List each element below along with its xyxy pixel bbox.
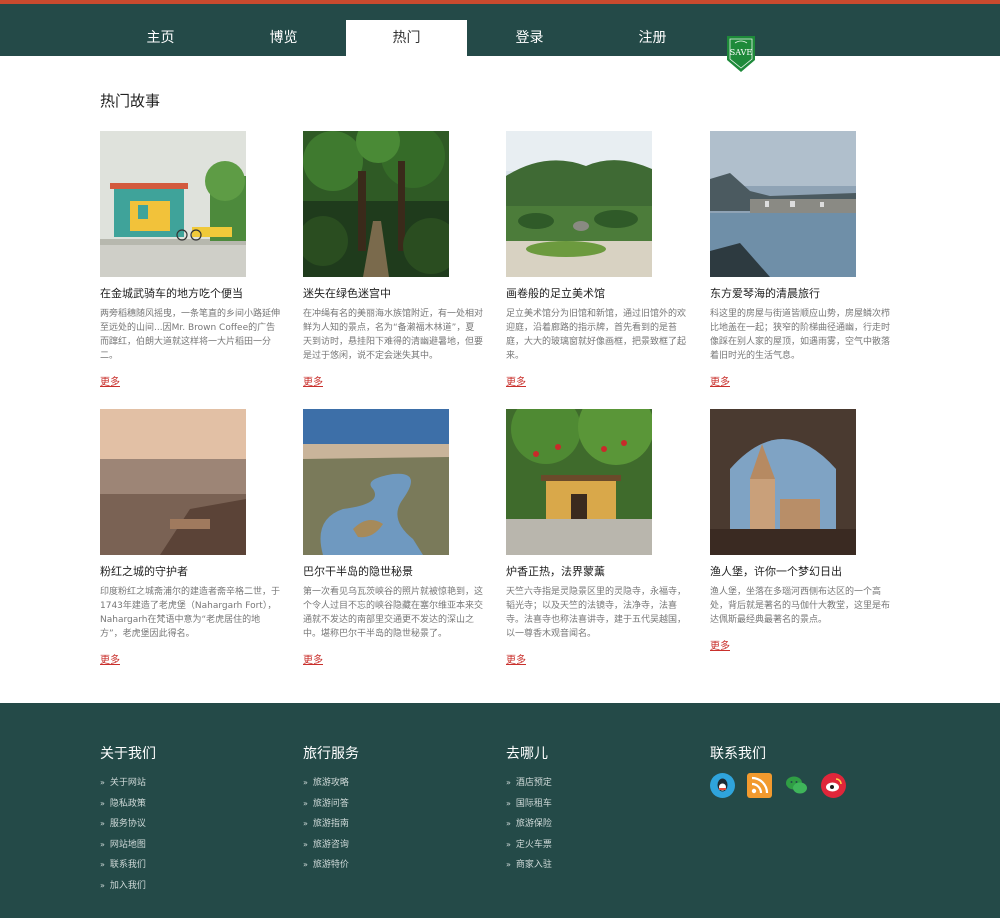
wechat-icon[interactable] <box>784 773 809 798</box>
story-title[interactable]: 东方爱琴海的清晨旅行 <box>710 287 895 301</box>
story-desc: 科这里的房屋与街道皆顺应山势，房屋鳞次栉比地盖在一起；狭窄的阶梯曲径通幽，行走时… <box>710 309 891 361</box>
footer-link[interactable]: » 酒店预定 <box>506 773 552 794</box>
footer-link[interactable]: » 国际租车 <box>506 794 552 815</box>
story-title[interactable]: 渔人堡，许你一个梦幻日出 <box>710 565 895 579</box>
story-card: 巴尔干半岛的隐世秘景 第一次看见乌瓦茨峡谷的照片就被惊艳到，这个令人过目不忘的峡… <box>303 409 488 667</box>
coffee-shop-photo <box>100 131 246 277</box>
story-desc: 两旁稻穗随风摇曳，一条笔直的乡间小路延伸至远处的山间...因Mr. Brown … <box>100 309 281 361</box>
more-link[interactable]: 更多 <box>303 373 323 388</box>
save-ribbon-icon: SAVE <box>727 36 755 72</box>
river-canyon-photo <box>303 409 449 555</box>
chevron-right-icon: » <box>100 819 105 828</box>
story-desc: 渔人堡，坐落在多瑙河西侧布达区的一个高处，背后就是著名的马伽什大教堂，这里是布达… <box>710 587 891 625</box>
pink-city-photo <box>100 409 246 555</box>
chevron-right-icon: » <box>100 839 105 849</box>
nav-login[interactable]: 登录 <box>469 20 590 56</box>
story-desc: 第一次看见乌瓦茨峡谷的照片就被惊艳到，这个令人过目不忘的峡谷隐藏在塞尔维亚本来交… <box>303 587 484 639</box>
story-card: 在金城武骑车的地方吃个便当 两旁稻穗随风摇曳，一条笔直的乡间小路延伸至远处的山间… <box>100 131 285 389</box>
story-card: 渔人堡，许你一个梦幻日出 渔人堡，坐落在多瑙河西侧布达区的一个高处，背后就是著名… <box>710 409 895 653</box>
nav-register[interactable]: 注册 <box>592 20 713 56</box>
footer-where: 去哪儿 » 酒店预定 » 国际租车 » 旅游保险 » 定火车票 » 商家入驻 <box>506 743 552 876</box>
story-desc: 在冲绳有名的美丽海水族馆附近，有一处相对鲜为人知的景点，名为“备濑福木林道”，夏… <box>303 309 484 361</box>
more-link[interactable]: 更多 <box>710 373 730 388</box>
forest-path-photo <box>303 131 449 277</box>
footer-link[interactable]: » 旅游保险 <box>506 814 552 835</box>
story-title[interactable]: 粉红之城的守护者 <box>100 565 285 579</box>
story-card: 画卷般的足立美术馆 足立美术馆分为旧馆和新馆，通过旧馆外的欢迎庭，沿着廊路的指示… <box>506 131 691 389</box>
qq-icon[interactable] <box>710 773 735 798</box>
chevron-right-icon: » <box>100 880 105 890</box>
japanese-garden-photo <box>506 131 652 277</box>
chevron-right-icon: » <box>506 839 511 849</box>
chevron-right-icon: » <box>100 778 105 787</box>
story-card: 迷失在绿色迷宫中 在冲绳有名的美丽海水族馆附近，有一处相对鲜为人知的景点，名为“… <box>303 131 488 389</box>
nav-popular[interactable]: 热门 <box>346 20 467 60</box>
footer-heading: 联系我们 <box>710 746 766 762</box>
nav-home[interactable]: 主页 <box>100 20 221 56</box>
footer-link[interactable]: » 旅游指南 <box>303 814 359 835</box>
footer-link[interactable]: » 旅游咨询 <box>303 835 359 856</box>
chevron-right-icon: » <box>303 798 308 808</box>
temple-courtyard-photo <box>506 409 652 555</box>
footer-link[interactable]: » 隐私政策 <box>100 794 156 815</box>
story-desc: 印度粉红之城斋浦尔的建造者斋辛格二世，于1743年建造了老虎堡（Nahargar… <box>100 587 281 639</box>
more-link[interactable]: 更多 <box>100 373 120 388</box>
story-title[interactable]: 在金城武骑车的地方吃个便当 <box>100 287 285 301</box>
story-title[interactable]: 炉香正热，法界蒙薰 <box>506 565 691 579</box>
footer-about: 关于我们 » 关于网站 » 隐私政策 » 服务协议 » 网站地图 » 联系我们 » 加入我们 <box>100 743 156 896</box>
chevron-right-icon: » <box>303 819 308 828</box>
story-title[interactable]: 巴尔干半岛的隐世秘景 <box>303 565 488 579</box>
more-link[interactable]: 更多 <box>303 651 323 666</box>
coastal-town-photo <box>710 131 856 277</box>
nav-expo[interactable]: 博览 <box>223 20 344 56</box>
footer-link[interactable]: » 网站地图 <box>100 835 156 856</box>
footer-contact: 联系我们 <box>710 743 846 798</box>
social-icons <box>710 773 846 798</box>
more-link[interactable]: 更多 <box>506 373 526 388</box>
footer-link[interactable]: » 联系我们 <box>100 855 156 876</box>
story-desc: 天竺六寺指是灵隐景区里的灵隐寺，永福寺，韬光寺；以及天竺的法镜寺，法净寺，法喜寺… <box>506 587 687 639</box>
footer-heading: 关于我们 <box>100 746 156 762</box>
footer-link[interactable]: » 加入我们 <box>100 876 156 897</box>
chevron-right-icon: » <box>303 778 308 787</box>
story-title[interactable]: 迷失在绿色迷宫中 <box>303 287 488 301</box>
chevron-right-icon: » <box>506 819 511 828</box>
save-badge[interactable]: SAVE <box>726 36 756 72</box>
section-title: 热门故事 <box>100 92 161 110</box>
story-card: 东方爱琴海的清晨旅行 科这里的房屋与街道皆顺应山势，房屋鳞次栉比地盖在一起；狭窄… <box>710 131 895 389</box>
footer-link[interactable]: » 旅游问答 <box>303 794 359 815</box>
rss-icon[interactable] <box>747 773 772 798</box>
save-label: SAVE <box>730 48 753 57</box>
fishermans-bastion-photo <box>710 409 856 555</box>
weibo-icon[interactable] <box>821 773 846 798</box>
chevron-right-icon: » <box>303 839 308 849</box>
footer-service: 旅行服务 » 旅游攻略 » 旅游问答 » 旅游指南 » 旅游咨询 » 旅游特价 <box>303 743 359 876</box>
footer-link[interactable]: » 关于网站 <box>100 773 156 794</box>
chevron-right-icon: » <box>100 860 105 869</box>
footer-link[interactable]: » 定火车票 <box>506 835 552 856</box>
footer-heading: 去哪儿 <box>506 746 548 762</box>
story-desc: 足立美术馆分为旧馆和新馆，通过旧馆外的欢迎庭，沿着廊路的指示牌，首先看到的是苔庭… <box>506 309 687 361</box>
chevron-right-icon: » <box>506 778 511 787</box>
more-link[interactable]: 更多 <box>100 651 120 666</box>
chevron-right-icon: » <box>506 860 511 869</box>
top-navigation: 主页 博览 热门 登录 注册 <box>0 4 1000 60</box>
footer-link[interactable]: » 服务协议 <box>100 814 156 835</box>
more-link[interactable]: 更多 <box>710 637 730 652</box>
story-title[interactable]: 画卷般的足立美术馆 <box>506 287 691 301</box>
chevron-right-icon: » <box>303 860 308 869</box>
more-link[interactable]: 更多 <box>506 651 526 666</box>
chevron-right-icon: » <box>506 798 511 808</box>
chevron-right-icon: » <box>100 798 105 808</box>
footer-heading: 旅行服务 <box>303 746 359 762</box>
footer-link[interactable]: » 旅游特价 <box>303 855 359 876</box>
story-card: 炉香正热，法界蒙薰 天竺六寺指是灵隐景区里的灵隐寺，永福寺，韬光寺；以及天竺的法… <box>506 409 691 667</box>
footer: 关于我们 » 关于网站 » 隐私政策 » 服务协议 » 网站地图 » 联系我们 » 加入我们… <box>0 703 1000 918</box>
footer-link[interactable]: » 旅游攻略 <box>303 773 359 794</box>
story-card: 粉红之城的守护者 印度粉红之城斋浦尔的建造者斋辛格二世，于1743年建造了老虎堡… <box>100 409 285 667</box>
footer-link[interactable]: » 商家入驻 <box>506 855 552 876</box>
